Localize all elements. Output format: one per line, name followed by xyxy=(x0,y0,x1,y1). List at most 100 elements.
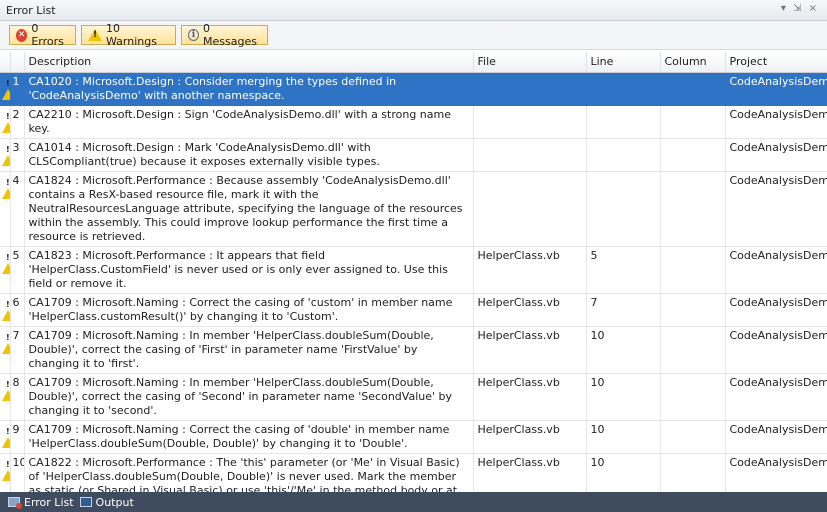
warnings-filter-label: 10 Warnings xyxy=(106,22,157,48)
table-row[interactable]: 3 CA1014 : Microsoft.Design : Mark 'Code… xyxy=(0,138,827,172)
description-cell: CA1014 : Microsoft.Design : Mark 'CodeAn… xyxy=(24,138,474,172)
description-cell: CA1709 : Microsoft.Naming : Correct the … xyxy=(24,293,474,327)
error-filter-toolbar: ✕ 0 Errors 10 Warnings i 0 Messages xyxy=(0,21,827,50)
file-cell xyxy=(473,138,587,172)
warning-icon xyxy=(2,296,9,321)
line-cell xyxy=(586,138,661,172)
column-cell xyxy=(660,293,726,327)
column-cell xyxy=(660,72,726,106)
column-header-description[interactable]: Description xyxy=(24,52,474,73)
line-cell: 10 xyxy=(586,420,661,454)
warning-cell xyxy=(0,420,11,454)
table-row[interactable]: 4 CA1824 : Microsoft.Performance : Becau… xyxy=(0,171,827,247)
bottom-tab-bar: Error List Output xyxy=(0,492,827,512)
line-cell: 10 xyxy=(586,326,661,374)
error-icon: ✕ xyxy=(16,28,28,42)
line-cell xyxy=(586,105,661,139)
project-cell: CodeAnalysisDemo xyxy=(725,453,827,492)
column-header-icon[interactable] xyxy=(0,52,11,73)
table-header-row: Description File Line Column Project xyxy=(0,52,827,73)
column-header-file[interactable]: File xyxy=(473,52,587,73)
row-number: 8 xyxy=(10,373,25,421)
row-number: 7 xyxy=(10,326,25,374)
row-number: 1 xyxy=(10,72,25,106)
messages-filter-button[interactable]: i 0 Messages xyxy=(181,22,268,48)
table-row[interactable]: 2 CA2210 : Microsoft.Design : Sign 'Code… xyxy=(0,105,827,139)
column-cell xyxy=(660,453,726,492)
project-cell: CodeAnalysisDemo xyxy=(725,171,827,247)
column-header-number[interactable] xyxy=(10,52,25,73)
tab-error-list[interactable]: Error List xyxy=(8,496,74,509)
table-row[interactable]: 5 CA1823 : Microsoft.Performance : It ap… xyxy=(0,246,827,294)
line-cell xyxy=(586,171,661,247)
warning-cell xyxy=(0,453,11,492)
column-cell xyxy=(660,420,726,454)
row-number: 10 xyxy=(10,453,25,492)
column-cell xyxy=(660,326,726,374)
project-cell: CodeAnalysisDemo xyxy=(725,420,827,454)
warning-icon xyxy=(2,174,9,199)
table-row[interactable]: 1 CA1020 : Microsoft.Design : Consider m… xyxy=(0,72,827,106)
line-cell: 10 xyxy=(586,373,661,421)
line-cell: 7 xyxy=(586,293,661,327)
line-cell xyxy=(586,72,661,106)
description-cell: CA2210 : Microsoft.Design : Sign 'CodeAn… xyxy=(24,105,474,139)
column-cell xyxy=(660,138,726,172)
table-row[interactable]: 8 CA1709 : Microsoft.Naming : In member … xyxy=(0,373,827,421)
column-header-line[interactable]: Line xyxy=(586,52,661,73)
warning-icon xyxy=(2,423,9,448)
table-row[interactable]: 6 CA1709 : Microsoft.Naming : Correct th… xyxy=(0,293,827,327)
row-number: 4 xyxy=(10,171,25,247)
errors-filter-button[interactable]: ✕ 0 Errors xyxy=(9,22,76,48)
description-cell: CA1822 : Microsoft.Performance : The 'th… xyxy=(24,453,474,492)
warning-cell xyxy=(0,171,11,247)
tab-error-list-label: Error List xyxy=(24,495,74,509)
column-header-column[interactable]: Column xyxy=(660,52,726,73)
description-cell: CA1709 : Microsoft.Naming : In member 'H… xyxy=(24,326,474,374)
output-icon xyxy=(79,497,92,507)
column-header-project[interactable]: Project xyxy=(725,52,827,73)
warning-icon xyxy=(2,249,9,274)
description-cell: CA1709 : Microsoft.Naming : Correct the … xyxy=(24,420,474,454)
project-cell: CodeAnalysisDemo xyxy=(725,138,827,172)
project-cell: CodeAnalysisDemo xyxy=(725,373,827,421)
description-cell: CA1823 : Microsoft.Performance : It appe… xyxy=(24,246,474,294)
file-cell: HelperClass.vb xyxy=(473,373,587,421)
warning-cell xyxy=(0,138,11,172)
warning-icon xyxy=(88,29,102,41)
errors-filter-label: 0 Errors xyxy=(31,22,64,48)
project-cell: CodeAnalysisDemo xyxy=(725,72,827,106)
project-cell: CodeAnalysisDemo xyxy=(725,105,827,139)
project-cell: CodeAnalysisDemo xyxy=(725,326,827,374)
warning-icon xyxy=(2,108,9,133)
warning-icon xyxy=(2,75,9,100)
column-cell xyxy=(660,373,726,421)
project-cell: CodeAnalysisDemo xyxy=(725,246,827,294)
table-row[interactable]: 10 CA1822 : Microsoft.Performance : The … xyxy=(0,453,827,492)
column-cell xyxy=(660,246,726,294)
warning-cell xyxy=(0,105,11,139)
file-cell: HelperClass.vb xyxy=(473,246,587,294)
warnings-filter-button[interactable]: 10 Warnings xyxy=(81,22,176,48)
row-number: 9 xyxy=(10,420,25,454)
project-cell: CodeAnalysisDemo xyxy=(725,293,827,327)
error-list-icon xyxy=(8,497,22,509)
row-number: 3 xyxy=(10,138,25,172)
window-controls[interactable]: ▾ ⇲ × xyxy=(781,3,819,14)
tab-output[interactable]: Output xyxy=(79,496,134,509)
info-icon: i xyxy=(188,29,199,41)
column-cell xyxy=(660,171,726,247)
warning-icon xyxy=(2,456,9,481)
warning-cell xyxy=(0,326,11,374)
panel-title: Error List xyxy=(6,4,56,17)
error-list-grid: Description File Line Column Project 1 C… xyxy=(0,52,827,492)
row-number: 6 xyxy=(10,293,25,327)
file-cell: HelperClass.vb xyxy=(473,420,587,454)
error-list-titlebar: Error List ▾ ⇲ × xyxy=(0,0,827,21)
table-row[interactable]: 7 CA1709 : Microsoft.Naming : In member … xyxy=(0,326,827,374)
line-cell: 10 xyxy=(586,453,661,492)
warning-cell xyxy=(0,246,11,294)
description-cell: CA1020 : Microsoft.Design : Consider mer… xyxy=(24,72,474,106)
description-cell: CA1824 : Microsoft.Performance : Because… xyxy=(24,171,474,247)
table-row[interactable]: 9 CA1709 : Microsoft.Naming : Correct th… xyxy=(0,420,827,454)
